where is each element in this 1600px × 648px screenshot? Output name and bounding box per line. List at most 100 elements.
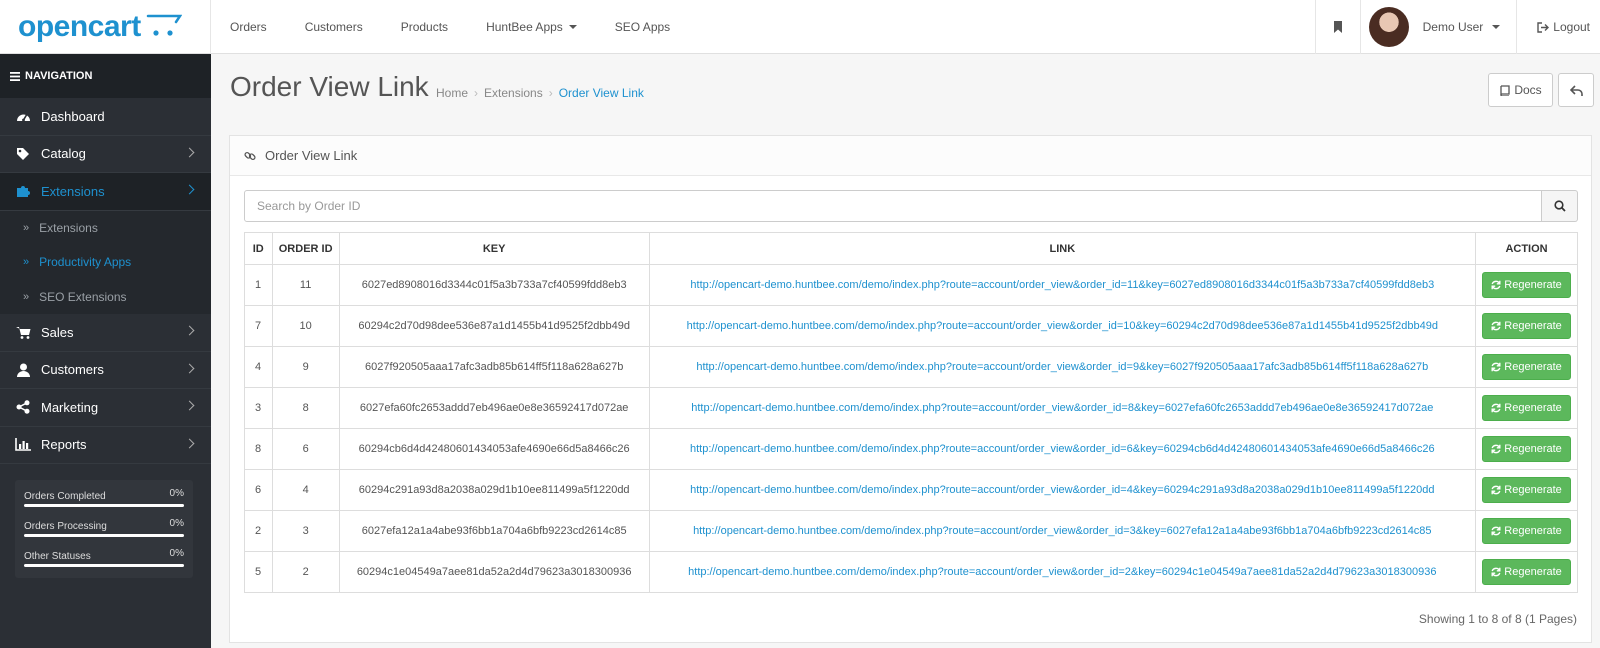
column-header-action: ACTION — [1475, 232, 1578, 265]
progress-bar — [24, 504, 184, 507]
sidebar-item-label: Customers — [41, 362, 104, 378]
regenerate-label: Regenerate — [1504, 279, 1562, 291]
back-button[interactable] — [1558, 73, 1594, 107]
sidebar-subitem-seo-extensions[interactable]: » SEO Extensions — [0, 279, 211, 314]
sidebar-item-marketing[interactable]: Marketing — [0, 389, 211, 427]
double-angle-right-icon: » — [23, 256, 30, 269]
regenerate-button[interactable]: Regenerate — [1482, 313, 1571, 339]
tags-icon — [15, 147, 31, 161]
topnav-item-orders[interactable]: Orders — [211, 0, 286, 54]
user-menu[interactable]: Demo User — [1359, 0, 1517, 54]
header-right: Demo User Logout — [1314, 0, 1600, 54]
cell-id: 8 — [244, 428, 273, 470]
puzzle-icon — [15, 184, 31, 198]
regenerate-button[interactable]: Regenerate — [1482, 272, 1571, 298]
breadcrumb-item[interactable]: Extensions — [484, 86, 543, 100]
sidebar-item-extensions[interactable]: Extensions — [0, 173, 211, 211]
topnav-item-products[interactable]: Products — [382, 0, 467, 54]
sidebar-subitem-label: Extensions — [39, 220, 98, 235]
search-icon — [1553, 200, 1566, 212]
column-header-key: KEY — [338, 232, 650, 265]
stat-value: 0% — [169, 488, 184, 499]
topnav-label: SEO Apps — [614, 20, 671, 34]
cell-link[interactable]: http://opencart-demo.huntbee.com/demo/in… — [648, 264, 1477, 306]
bookmark-icon — [1333, 21, 1342, 33]
search-input[interactable] — [244, 190, 1542, 222]
chevron-right-icon — [184, 438, 195, 448]
cell-link[interactable]: http://opencart-demo.huntbee.com/demo/in… — [648, 346, 1477, 388]
column-header-link: LINK — [648, 232, 1477, 265]
topnav-label: HuntBee Apps — [486, 20, 563, 34]
regenerate-button[interactable]: Regenerate — [1482, 477, 1571, 503]
sidebar-subitem-extensions[interactable]: » Extensions — [0, 210, 211, 245]
topnav-item-customers[interactable]: Customers — [286, 0, 382, 54]
topnav-item-huntbee-apps[interactable]: HuntBee Apps — [467, 0, 596, 54]
cell-action: Regenerate — [1475, 305, 1578, 347]
cell-link[interactable]: http://opencart-demo.huntbee.com/demo/in… — [648, 305, 1477, 347]
avatar — [1368, 7, 1409, 47]
cell-id: 1 — [244, 264, 273, 306]
regenerate-button[interactable]: Regenerate — [1482, 395, 1571, 421]
cell-link[interactable]: http://opencart-demo.huntbee.com/demo/in… — [648, 510, 1477, 552]
regenerate-label: Regenerate — [1504, 320, 1562, 332]
cell-id: 6 — [244, 469, 273, 511]
breadcrumb-item[interactable]: Home — [436, 86, 468, 100]
docs-button[interactable]: Docs — [1488, 73, 1553, 107]
cell-link[interactable]: http://opencart-demo.huntbee.com/demo/in… — [648, 387, 1477, 429]
cell-id: 2 — [244, 510, 273, 552]
dashboard-icon — [15, 110, 31, 123]
sidebar-item-sales[interactable]: Sales — [0, 314, 211, 352]
topnav-item-seo-apps[interactable]: SEO Apps — [596, 0, 689, 54]
navigation-heading[interactable]: NAVIGATION — [0, 54, 211, 98]
chevron-right-icon — [184, 363, 195, 373]
breadcrumb-item[interactable]: Order View Link — [559, 86, 644, 100]
reply-icon — [1569, 84, 1583, 96]
sidebar-item-label: Sales — [41, 324, 74, 340]
table-body: 1 11 6027ed8908016d3344c01f5a3b733a7cf4059… — [244, 264, 1578, 593]
pagination-text: Showing 1 to 8 of 8 (1 Pages) — [1418, 612, 1577, 626]
stat-label: Orders Processing — [24, 521, 107, 532]
cell-link[interactable]: http://opencart-demo.huntbee.com/demo/in… — [648, 551, 1477, 593]
logo[interactable]: opencart — [0, 0, 211, 54]
search-button[interactable] — [1542, 190, 1578, 222]
logo-text: opencart — [18, 10, 141, 43]
regenerate-label: Regenerate — [1504, 361, 1562, 373]
sidebar-item-reports[interactable]: Reports — [0, 427, 211, 464]
cell-order-id: 6 — [271, 428, 340, 470]
cell-link[interactable]: http://opencart-demo.huntbee.com/demo/in… — [648, 428, 1477, 470]
cell-key: 6027f920505aaa17afc3adb85b614ff5f118a628… — [338, 346, 650, 388]
breadcrumb: Home › Extensions › Order View Link — [436, 86, 644, 100]
logout-link[interactable]: Logout — [1516, 0, 1600, 54]
stat-orders-completed: Orders Completed 0% — [24, 488, 184, 518]
sidebar-item-dashboard[interactable]: Dashboard — [0, 98, 211, 136]
order-link-table: ID ORDER ID KEY LINK ACTION 1 11 6027ed8908016… — [244, 232, 1578, 593]
sidebar-item-label: Extensions — [41, 183, 105, 199]
sidebar-subitem-productivity-apps[interactable]: » Productivity Apps — [0, 245, 211, 280]
cell-order-id: 11 — [271, 264, 340, 306]
share-icon — [15, 400, 31, 414]
regenerate-button[interactable]: Regenerate — [1482, 436, 1571, 462]
sidebar-subitem-label: Productivity Apps — [39, 255, 132, 270]
refresh-icon — [1491, 321, 1501, 331]
cell-id: 5 — [244, 551, 273, 593]
sidebar-menu: Dashboard Catalog Extensions » Extensions » Pr… — [0, 98, 211, 464]
cell-action: Regenerate — [1475, 264, 1578, 306]
navigation-heading-label: NAVIGATION — [25, 70, 93, 82]
regenerate-button[interactable]: Regenerate — [1482, 559, 1571, 585]
panel-title: Order View Link — [265, 148, 358, 163]
cell-link[interactable]: http://opencart-demo.huntbee.com/demo/in… — [648, 469, 1477, 511]
sidebar-item-catalog[interactable]: Catalog — [0, 136, 211, 173]
cell-key: 6027efa12a1a4abe93f6bb1a704a6bfb9223cd26… — [338, 510, 650, 552]
cell-action: Regenerate — [1475, 551, 1578, 593]
table-row: 2 3 6027efa12a1a4abe93f6bb1a704a6bfb9223cd… — [244, 510, 1578, 552]
cell-key: 6027efa60fc2653addd7eb496ae0e8e36592417d… — [338, 387, 650, 429]
refresh-icon — [1491, 526, 1501, 536]
regenerate-button[interactable]: Regenerate — [1482, 354, 1571, 380]
regenerate-button[interactable]: Regenerate — [1482, 518, 1571, 544]
link-icon — [244, 151, 256, 160]
sidebar-item-label: Catalog — [41, 146, 86, 162]
column-header-id: ID — [244, 232, 273, 265]
cell-id: 7 — [244, 305, 273, 347]
bookmark-button[interactable] — [1314, 0, 1360, 54]
sidebar-item-customers[interactable]: Customers — [0, 352, 211, 389]
